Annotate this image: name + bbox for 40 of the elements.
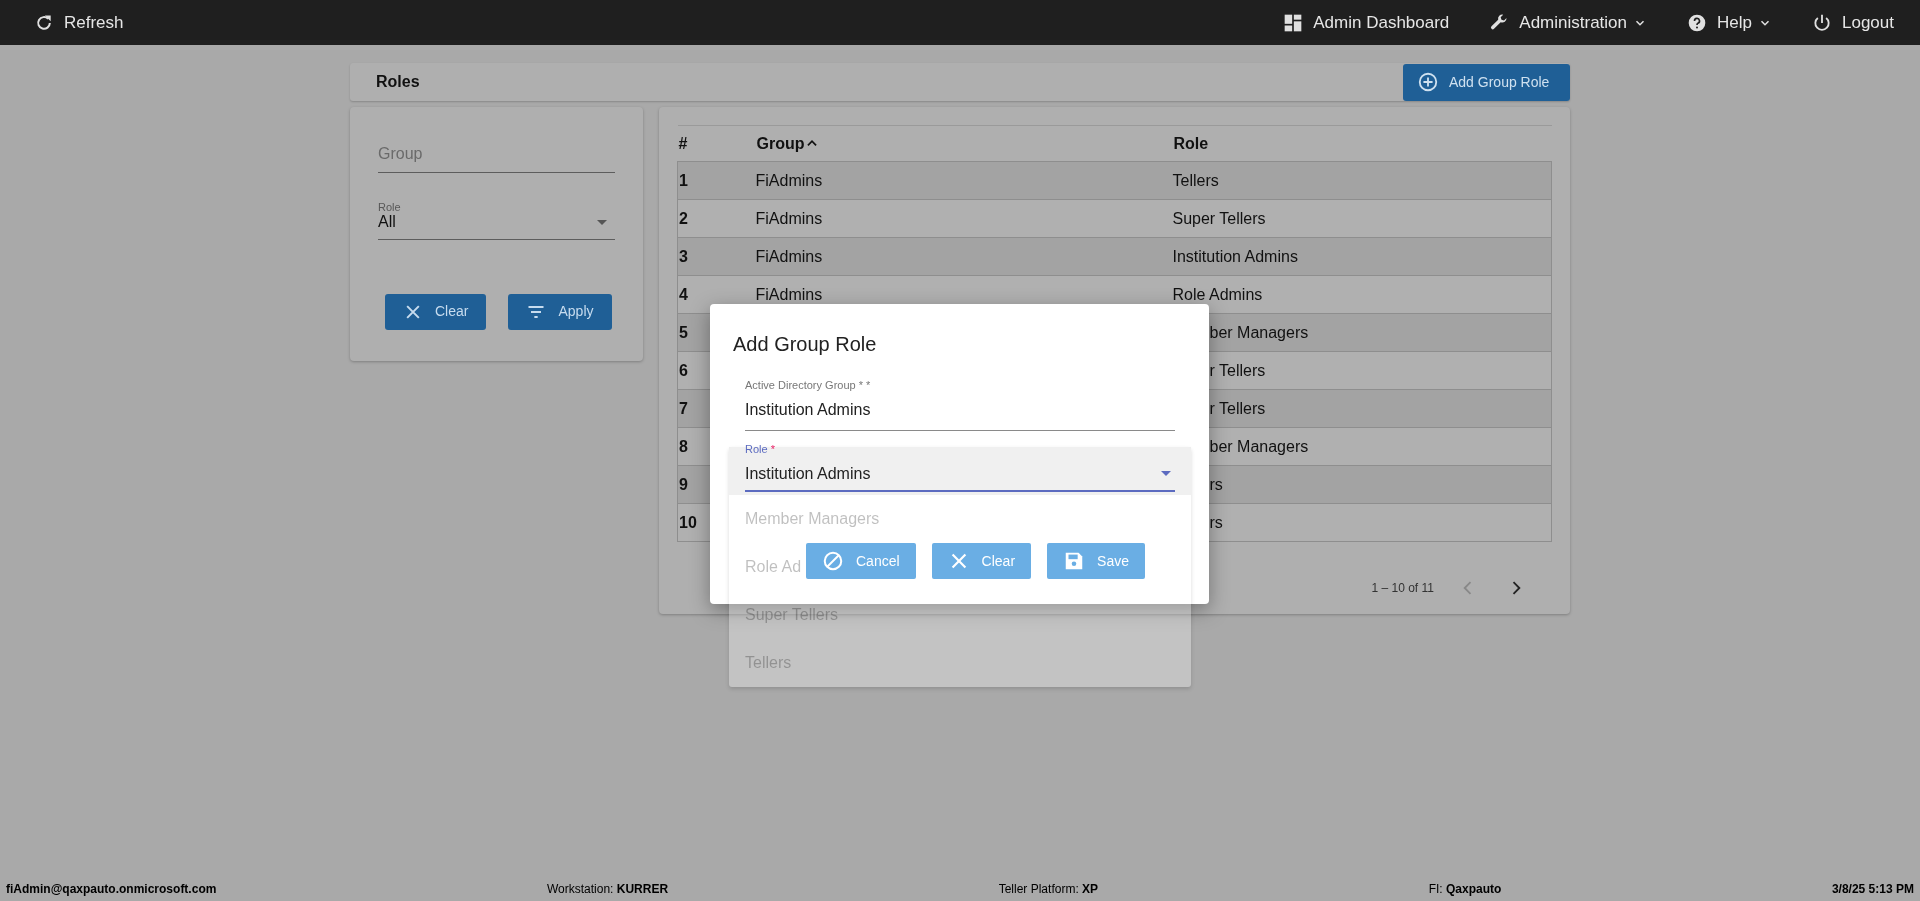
prohibited-icon: [822, 550, 844, 572]
column-header[interactable]: #: [677, 125, 756, 162]
nav-link[interactable]: Refresh: [34, 9, 124, 36]
grid-icon: [1283, 12, 1304, 33]
clear-button[interactable]: Clear: [385, 293, 487, 330]
status-text: 3/8/25 5:13 PM: [1831, 881, 1914, 898]
table-cell: FiAdmins: [755, 199, 1173, 238]
role-select[interactable]: Institution Admins: [745, 457, 1175, 492]
nav-link[interactable]: Logout: [1812, 9, 1894, 36]
status-text: Workstation: KURRER: [546, 881, 669, 898]
table-cell: Role Admins: [1172, 275, 1552, 314]
column-header[interactable]: Group: [755, 125, 1173, 162]
dropdown-arrow-icon: [597, 219, 607, 225]
nav-link[interactable]: Administration: [1489, 9, 1648, 36]
input-field[interactable]: Institution Admins: [745, 393, 1175, 431]
status-text: FI: Qaxpauto: [1428, 881, 1502, 898]
field-label: Role: [378, 200, 402, 215]
field-label: Role *: [745, 442, 776, 457]
table-cell: FiAdmins: [755, 161, 1173, 200]
table-cell: 1: [677, 161, 756, 200]
column-header[interactable]: Role: [1172, 125, 1552, 162]
table-cell: Institution Admins: [1172, 237, 1552, 276]
role-select[interactable]: All: [378, 215, 615, 240]
nav-link[interactable]: Admin Dashboard: [1283, 9, 1450, 36]
power-icon: [1812, 12, 1832, 33]
apply-button[interactable]: Apply: [508, 293, 612, 330]
table-cell: Super Tellers: [1172, 199, 1552, 238]
page-range: 1 – 10 of 11: [1371, 580, 1434, 597]
nav-link[interactable]: Help: [1687, 9, 1772, 36]
table-cell: Tellers: [1172, 161, 1552, 200]
table-cell: 2: [677, 199, 756, 238]
help-icon: [1687, 12, 1708, 33]
table-cell: FiAdmins: [755, 237, 1173, 276]
page-title: Roles: [376, 72, 420, 92]
status-text: Teller Platform: XP: [998, 881, 1099, 898]
status-text: fiAdmin@qaxpauto.onmicrosoft.com: [6, 881, 217, 898]
plus-icon: [1417, 71, 1439, 93]
table-cell: 3: [677, 237, 756, 276]
add-group-role-button[interactable]: Add Group Role: [1403, 63, 1570, 101]
dropdown-arrow-icon: [1161, 471, 1171, 476]
